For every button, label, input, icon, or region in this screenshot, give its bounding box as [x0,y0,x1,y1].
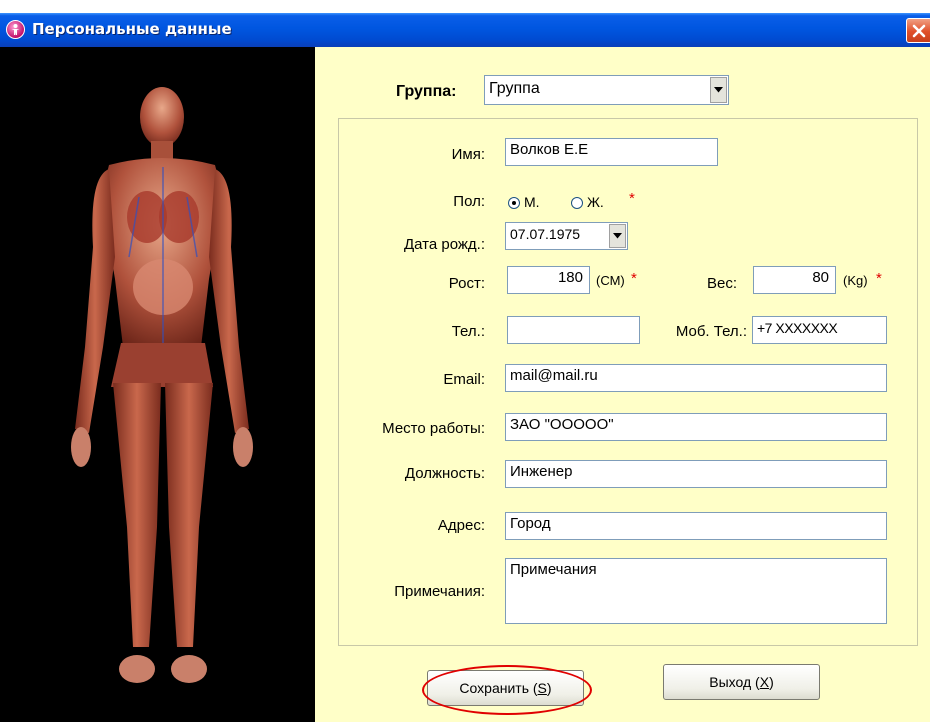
birthdate-value: 07.07.1975 [510,226,581,242]
phone-input[interactable] [507,316,640,344]
chevron-down-icon [613,233,622,239]
address-label: Адрес: [437,517,485,534]
weight-unit: (Kg) [843,273,868,288]
close-icon [912,24,926,38]
email-input[interactable]: mail@mail.ru [505,364,887,392]
position-label: Должность: [404,465,485,482]
window-title: Персональные данные [32,20,232,38]
personal-data-window: Персональные данные Группа: Группа Имя: … [0,0,930,722]
address-input[interactable]: Город [505,512,887,540]
window-left-border [0,47,9,722]
person-circle-icon [6,20,25,39]
phone-label: Тел.: [451,323,485,340]
chevron-down-icon [714,87,723,93]
sex-female-radio[interactable] [571,197,583,209]
birthdate-label: Дата рожд.: [403,236,485,253]
group-dropdown-button[interactable] [710,77,727,103]
workplace-input[interactable]: ЗАО "ООООО" [505,413,887,441]
title-bar[interactable]: Персональные данные [0,13,930,47]
height-unit: (СМ) [596,273,625,288]
sex-female-label[interactable]: Ж. [587,193,604,211]
name-input[interactable]: Волков Е.Е [505,138,718,166]
human-anatomy-image [9,47,315,722]
group-label: Группа: [396,83,457,100]
name-label: Имя: [451,146,485,163]
birthdate-picker[interactable]: 07.07.1975 [505,222,628,250]
workplace-label: Место работы: [382,420,485,437]
weight-input[interactable]: 80 [753,266,836,294]
birthdate-dropdown-button[interactable] [609,224,626,248]
notes-textarea[interactable]: Примечания [505,558,887,624]
group-select-value: Группа [489,80,540,97]
email-label: Email: [443,371,485,388]
sex-label: Пол: [453,193,485,210]
required-mark: * [629,190,635,207]
mobile-input[interactable]: +7 XXXXXXX [752,316,887,344]
sex-male-radio[interactable] [508,197,520,209]
weight-label: Вес: [706,275,737,292]
close-button[interactable] [906,18,930,43]
position-input[interactable]: Инженер [505,460,887,488]
height-input[interactable]: 180 [507,266,590,294]
group-select[interactable]: Группа [484,75,729,105]
save-button-highlight [422,665,592,715]
mobile-label: Моб. Тел.: [675,323,747,340]
height-label: Рост: [448,275,485,292]
required-mark: * [631,270,637,287]
required-mark: * [876,270,882,287]
exit-button[interactable]: Выход (X) [663,664,820,700]
notes-label: Примечания: [394,583,485,600]
sex-male-label[interactable]: М. [524,193,540,211]
